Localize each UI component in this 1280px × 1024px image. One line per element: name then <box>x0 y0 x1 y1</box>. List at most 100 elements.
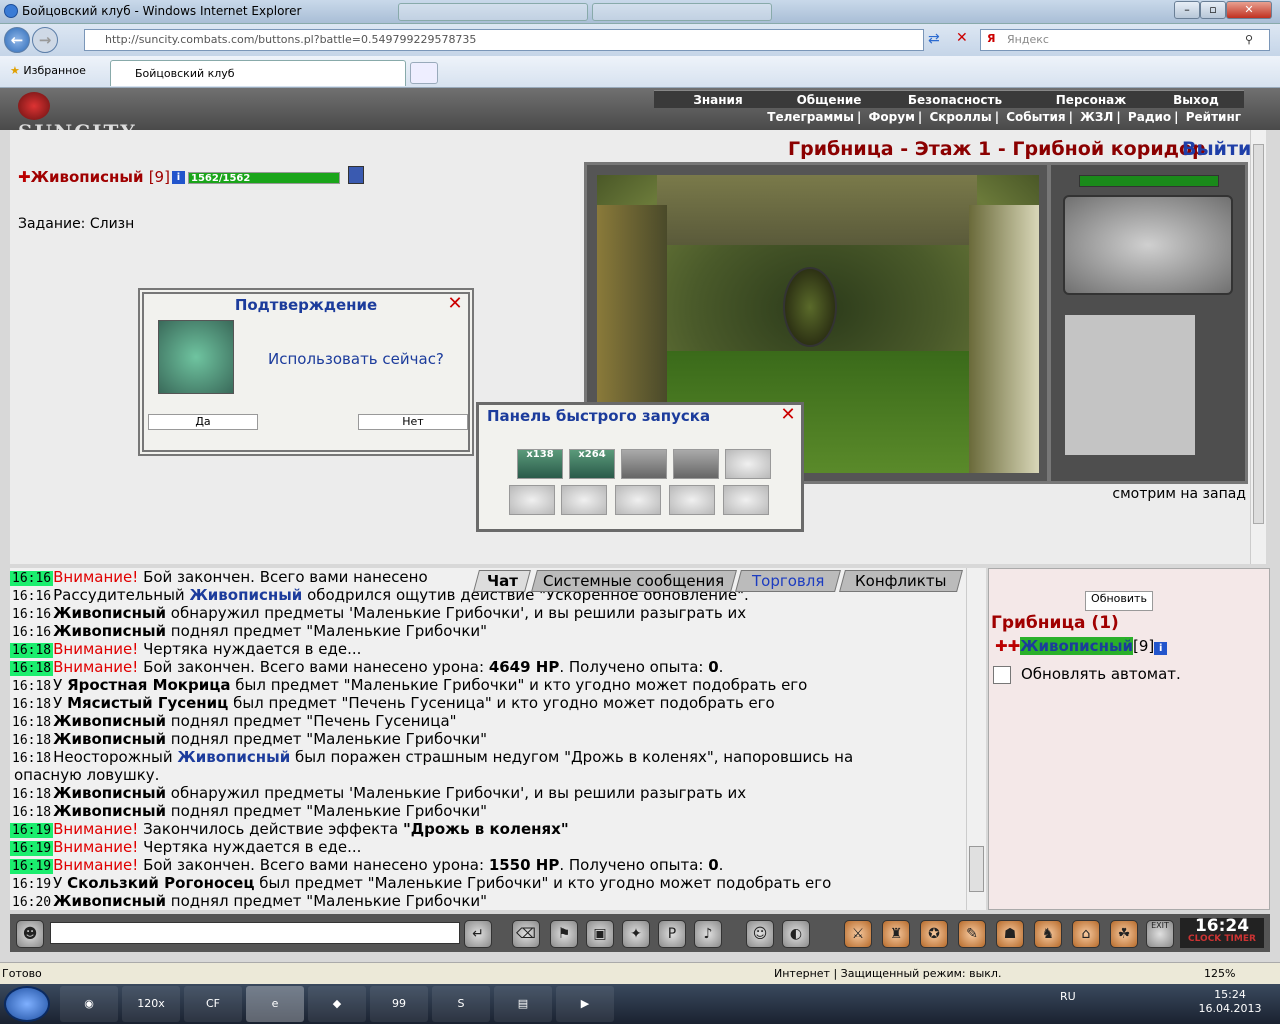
tab-trade[interactable]: Торговля <box>735 570 841 592</box>
search-icon[interactable]: ⚲ <box>1245 33 1253 46</box>
app-120x-icon[interactable]: 120x <box>122 986 180 1022</box>
chat-input[interactable] <box>50 922 460 944</box>
quick-slot-10[interactable] <box>723 485 769 515</box>
quick-slot-3[interactable] <box>621 449 667 479</box>
save-icon[interactable]: ▣ <box>586 920 614 948</box>
close-icon[interactable]: ✕ <box>446 295 464 313</box>
chat-text: . Получено опыта: <box>559 856 709 874</box>
media-icon[interactable]: ▶ <box>556 986 614 1022</box>
scroll-icon[interactable]: ✎ <box>958 920 986 948</box>
start-button[interactable] <box>4 986 50 1022</box>
chat-name: Яростная Мокрица <box>67 676 231 694</box>
online-user[interactable]: ✚✚Живописный[9] i <box>995 637 1168 655</box>
attack-icon[interactable]: ⚔ <box>844 920 872 948</box>
game-clock[interactable]: 16:24 CLOCK TIMER <box>1180 918 1264 948</box>
cf-icon[interactable]: CF <box>184 986 242 1022</box>
player-name[interactable]: Живописный <box>31 168 144 186</box>
send-icon[interactable]: ↵ <box>464 920 492 948</box>
tab-system[interactable]: Системные сообщения <box>531 570 737 592</box>
monitor-icon[interactable]: 99 <box>370 986 428 1022</box>
background-window-tab[interactable] <box>398 3 588 21</box>
system-clock[interactable]: 15:24 16.04.2013 <box>1190 988 1270 1016</box>
menu-communication[interactable]: Общение <box>782 90 876 108</box>
address-bar: ← → http://suncity.combats.com/buttons.p… <box>0 24 1280 56</box>
gold-icon[interactable]: ✪ <box>920 920 948 948</box>
dance-icon[interactable]: ✦ <box>622 920 650 948</box>
url-input[interactable]: http://suncity.combats.com/buttons.pl?ba… <box>84 29 924 51</box>
close-icon[interactable]: ✕ <box>779 406 797 424</box>
chat-time: 16:18 <box>12 679 52 694</box>
info-icon[interactable]: i <box>1154 642 1168 655</box>
skype-icon[interactable]: S <box>432 986 490 1022</box>
submenu-events[interactable]: События <box>1006 110 1065 124</box>
quick-slot-5[interactable] <box>725 449 771 479</box>
submenu-forum[interactable]: Форум <box>869 110 915 124</box>
new-tab-button[interactable] <box>410 62 438 84</box>
tab-conflicts[interactable]: Конфликты <box>839 570 963 592</box>
auto-refresh[interactable]: Обновлять автомат. <box>993 665 1181 684</box>
sound-icon[interactable]: ♪ <box>694 920 722 948</box>
clear-icon[interactable]: ⌫ <box>512 920 540 948</box>
menu-character[interactable]: Персонаж <box>1034 90 1148 108</box>
chat-scrollbar[interactable] <box>966 568 986 910</box>
chat-name[interactable]: Живописный <box>177 748 290 766</box>
quick-slot-6[interactable] <box>509 485 555 515</box>
language-indicator[interactable]: RU <box>1060 990 1076 1003</box>
stop-icon[interactable]: ✕ <box>956 30 968 46</box>
paint-icon[interactable]: ◐ <box>782 920 810 948</box>
tab-chat[interactable]: Чат <box>473 570 531 592</box>
close-button[interactable]: ✕ <box>1226 1 1272 19</box>
menu-exit[interactable]: Выход <box>1148 90 1244 108</box>
back-button[interactable]: ← <box>4 27 30 53</box>
refresh-button[interactable]: Обновить <box>1085 591 1153 611</box>
exit-icon[interactable]: EXIT <box>1146 920 1174 948</box>
filter-icon[interactable]: ⚑ <box>550 920 578 948</box>
mushroom-object[interactable] <box>783 267 837 347</box>
bag-icon[interactable]: ♜ <box>882 920 910 948</box>
movement-compass[interactable] <box>1063 195 1233 295</box>
chrome-icon[interactable]: ◉ <box>60 986 118 1022</box>
submenu-scrolls[interactable]: Скроллы <box>929 110 991 124</box>
house-icon[interactable]: ⌂ <box>1072 920 1100 948</box>
page-scroll-thumb[interactable] <box>1253 144 1264 524</box>
private-icon[interactable]: P <box>658 920 686 948</box>
group-icon[interactable]: ☘ <box>1110 920 1138 948</box>
yes-button[interactable]: Да <box>148 414 258 430</box>
chat-scroll-thumb[interactable] <box>969 846 984 892</box>
auto-refresh-checkbox[interactable] <box>993 665 1011 684</box>
submenu-radio[interactable]: Радио <box>1128 110 1171 124</box>
ie-taskbar-icon[interactable]: e <box>246 986 304 1022</box>
submenu-zhzl[interactable]: ЖЗЛ <box>1080 110 1113 124</box>
speak-icon[interactable]: ☻ <box>16 920 44 948</box>
browser-tab[interactable]: Бойцовский клуб <box>110 60 406 86</box>
chat-text: поднял предмет "Маленькие Грибочки" <box>166 622 488 640</box>
quick-slot-9[interactable] <box>669 485 715 515</box>
favorites-button[interactable]: ★ Избранное <box>10 64 86 77</box>
background-window-tab[interactable] <box>592 3 772 21</box>
minimize-button[interactable]: – <box>1174 1 1200 19</box>
menu-knowledge[interactable]: Знания <box>654 90 782 108</box>
quick-slot-4[interactable] <box>673 449 719 479</box>
search-input[interactable]: Я Яндекс ⚲ <box>980 29 1270 51</box>
chat-name[interactable]: Живописный <box>189 586 302 604</box>
page-scrollbar[interactable] <box>1250 130 1266 564</box>
quick-slot-7[interactable] <box>561 485 607 515</box>
fox-icon[interactable]: ◆ <box>308 986 366 1022</box>
submenu-rating[interactable]: Рейтинг <box>1186 110 1241 124</box>
smile-icon[interactable]: ☺ <box>746 920 774 948</box>
zoom-level[interactable]: 125% <box>1204 967 1235 980</box>
helmet-icon[interactable]: ♞ <box>1034 920 1062 948</box>
menu-security[interactable]: Безопасность <box>876 90 1034 108</box>
maximize-button[interactable]: ▫ <box>1200 1 1226 19</box>
quick-slot-2[interactable]: x264 <box>569 449 615 479</box>
refresh-icon[interactable]: ⇄ <box>928 31 940 47</box>
folder-icon[interactable]: ▤ <box>494 986 552 1022</box>
mask-icon[interactable]: ☗ <box>996 920 1024 948</box>
no-button[interactable]: Нет <box>358 414 468 430</box>
quick-slot-1[interactable]: x138 <box>517 449 563 479</box>
forward-button[interactable]: → <box>32 27 58 53</box>
quick-slot-8[interactable] <box>615 485 661 515</box>
exit-link[interactable]: Выйти <box>1182 138 1251 160</box>
submenu-telegrams[interactable]: Телеграммы <box>767 110 854 124</box>
info-icon[interactable]: i <box>171 171 185 184</box>
